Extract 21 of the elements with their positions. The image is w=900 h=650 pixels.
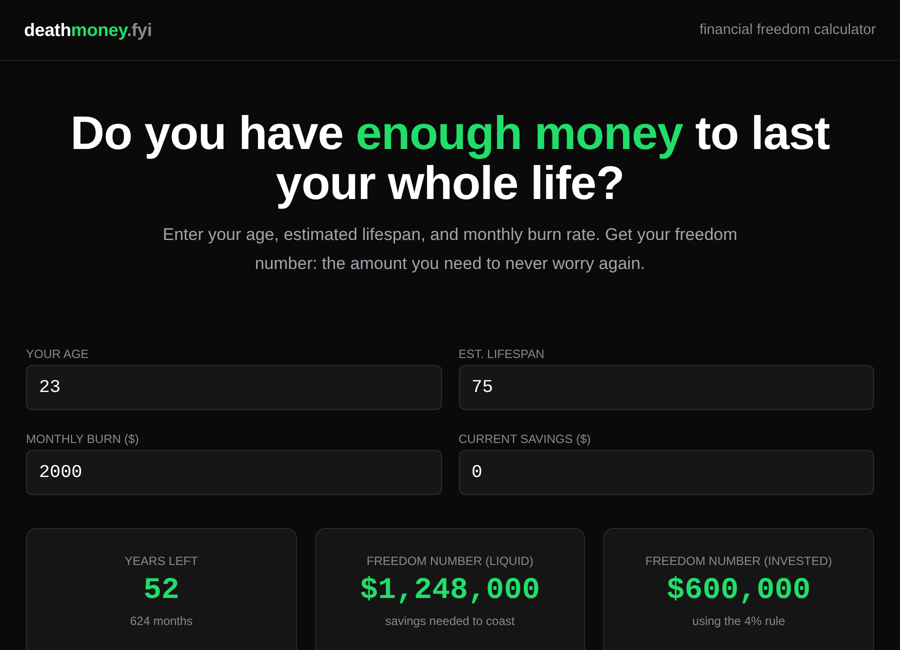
field-label: EST. LIFESPAN	[458, 346, 544, 362]
number-input[interactable]: 0	[458, 450, 874, 495]
result-value: $1,248,000	[360, 574, 540, 608]
result-label: FREEDOM NUMBER (INVESTED)	[645, 553, 832, 569]
headline: Do you have enough money to last your whole life?	[69, 108, 831, 208]
field-label: CURRENT SAVINGS ($)	[458, 431, 591, 447]
number-input[interactable]: 75	[458, 365, 874, 410]
result-note: savings needed to coast	[385, 613, 515, 629]
result-label: YEARS LEFT	[124, 553, 198, 569]
result-label: FREEDOM NUMBER (LIQUID)	[366, 553, 534, 569]
result-value: $600,000	[666, 574, 811, 608]
number-input[interactable]: 23	[26, 365, 442, 410]
tagline: financial freedom calculator	[699, 22, 876, 38]
site-logo[interactable]: deathmoney.fyi	[24, 20, 152, 40]
field-label: MONTHLY BURN ($)	[26, 431, 139, 447]
result-note: using the 4% rule	[692, 613, 786, 629]
result-value: 52	[143, 574, 180, 608]
field-label: YOUR AGE	[26, 346, 89, 362]
result-note: 624 months	[130, 613, 193, 629]
number-input[interactable]: 2000	[26, 450, 442, 495]
subtitle: Enter your age, estimated lifespan, and monthly burn rate. Get your freedom number: the amount you need to never worry again.	[162, 224, 738, 275]
